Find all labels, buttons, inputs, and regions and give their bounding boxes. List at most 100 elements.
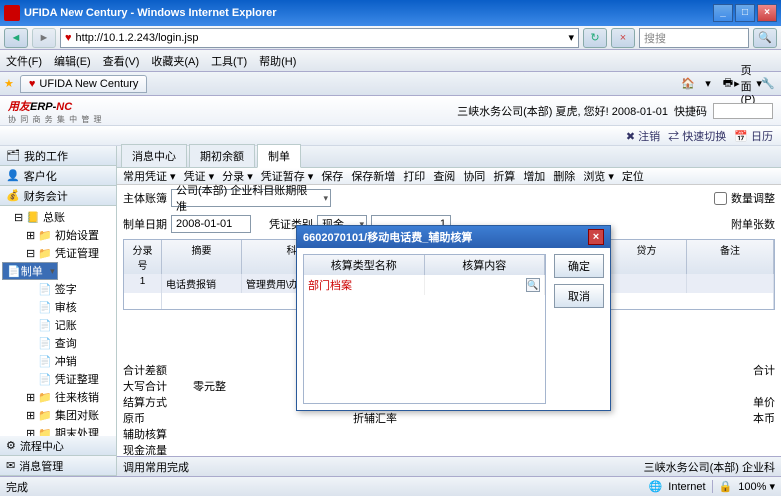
tree-periodend[interactable]: ⊞ 📁 期末处理 bbox=[2, 424, 114, 436]
window-title: UFIDA New Century - Windows Internet Exp… bbox=[24, 7, 277, 19]
quickcode-input[interactable] bbox=[713, 103, 773, 119]
back-button[interactable]: ◄ bbox=[4, 28, 28, 48]
browser-tabbar: ★ ♥ UFIDA New Century 🏠 ▾ 🖶 ▸ 页面(P) ▾ 🔧 bbox=[0, 72, 781, 96]
qty-checkbox[interactable] bbox=[714, 192, 727, 205]
fav-icon[interactable]: ★ bbox=[4, 77, 14, 90]
tab-voucher[interactable]: 制单 bbox=[257, 144, 301, 168]
browser-navbar: ◄ ► ♥ http://10.1.2.243/login.jsp ▾ ↻ × … bbox=[0, 26, 781, 50]
sidebar-group-process[interactable]: ⚙ 流程中心 bbox=[0, 436, 116, 456]
menu-help[interactable]: 帮助(H) bbox=[259, 53, 296, 69]
tree-group-recon[interactable]: ⊞ 📁 集团对账 bbox=[2, 406, 114, 424]
tree-cleanup[interactable]: 📄 凭证整理 bbox=[2, 370, 114, 388]
menu-view[interactable]: 查看(V) bbox=[103, 53, 140, 69]
window-titlebar: UFIDA New Century - Windows Internet Exp… bbox=[0, 0, 781, 26]
menu-fav[interactable]: 收藏夹(A) bbox=[151, 53, 199, 69]
dialog-row[interactable]: 部门档案 🔍 bbox=[304, 275, 545, 295]
tb-delete[interactable]: 删除 bbox=[553, 168, 575, 184]
tab-opening[interactable]: 期初余额 bbox=[189, 144, 255, 167]
ie-statusbar: 完成 🌐 Internet 🔒 100% ▾ bbox=[0, 476, 781, 496]
browser-menubar: 文件(F) 编辑(E) 查看(V) 收藏夹(A) 工具(T) 帮助(H) bbox=[0, 50, 781, 72]
close-button[interactable]: × bbox=[757, 4, 777, 22]
tb-print[interactable]: 打印 bbox=[403, 168, 425, 184]
sidebar-group-message[interactable]: ✉ 消息管理 bbox=[0, 456, 116, 476]
dialog-ok-button[interactable]: 确定 bbox=[554, 254, 604, 278]
dlg-lookup-icon[interactable]: 🔍 bbox=[526, 278, 540, 292]
browser-tab[interactable]: ♥ UFIDA New Century bbox=[20, 75, 148, 93]
tb-save[interactable]: 保存 bbox=[321, 168, 343, 184]
calendar-link[interactable]: 📅 日历 bbox=[734, 128, 773, 144]
tb-collab[interactable]: 协同 bbox=[463, 168, 485, 184]
aux-dialog: 6602070101/移动电话费_辅助核算 × 核算类型名称 核算内容 部门档案… bbox=[296, 225, 611, 411]
footline: 调用常用完成 bbox=[123, 459, 189, 475]
tree-post[interactable]: 📄 记账 bbox=[2, 316, 114, 334]
tb-savenew[interactable]: 保存新增 bbox=[351, 168, 395, 184]
dlg-col2: 核算内容 bbox=[425, 255, 546, 275]
url-input[interactable]: ♥ http://10.1.2.243/login.jsp ▾ bbox=[60, 28, 579, 48]
tree-query[interactable]: 📄 查询 bbox=[2, 334, 114, 352]
minimize-button[interactable]: _ bbox=[713, 4, 733, 22]
tb-locate[interactable]: 定位 bbox=[622, 168, 644, 184]
refresh-button[interactable]: ↻ bbox=[583, 28, 607, 48]
footright: 三峡水务公司(本部) 企业科 bbox=[644, 459, 775, 475]
stop-button[interactable]: × bbox=[611, 28, 635, 48]
sidebar-group-finance[interactable]: 💰 财务会计 bbox=[0, 186, 116, 206]
tree-voucher-mgmt[interactable]: ⊟ 📁 凭证管理 bbox=[2, 244, 114, 262]
dialog-titlebar[interactable]: 6602070101/移动电话费_辅助核算 × bbox=[297, 226, 610, 248]
dialog-table: 核算类型名称 核算内容 部门档案 🔍 bbox=[303, 254, 546, 404]
tb-view[interactable]: 查阅 bbox=[433, 168, 455, 184]
tree-init[interactable]: ⊞ 📁 初始设置 bbox=[2, 226, 114, 244]
tab-favicon-icon: ♥ bbox=[29, 78, 36, 90]
logo-subtitle: 协 同 商 务 集 中 管 理 bbox=[8, 114, 103, 125]
header-userinfo: 三峡水务公司(本部) 夏虎, 您好! 2008-01-01 bbox=[457, 103, 668, 119]
quickcode-label: 快捷码 bbox=[674, 103, 707, 119]
qty-label: 数量调整 bbox=[731, 190, 775, 206]
maximize-button[interactable]: □ bbox=[735, 4, 755, 22]
erp-logo: 用友ERP-NC bbox=[8, 97, 103, 114]
search-input[interactable]: 搜搜 bbox=[639, 28, 749, 48]
dlg-cell-type: 部门档案 bbox=[304, 275, 425, 295]
dialog-close-button[interactable]: × bbox=[588, 229, 604, 245]
net-icon: 🌐 bbox=[649, 480, 663, 493]
tree-create-voucher[interactable]: 📄 制单 bbox=[2, 262, 58, 280]
sidebar: 🗂 我的工作 👤 客户化 💰 财务会计 ⊟ 📒 总账 ⊞ 📁 初始设置 ⊟ 📁 … bbox=[0, 146, 117, 476]
content-tabs: 消息中心 期初余额 制单 bbox=[117, 146, 781, 168]
tree-gl[interactable]: ⊟ 📒 总账 bbox=[2, 208, 114, 226]
attach-label: 附单张数 bbox=[731, 216, 775, 232]
erp-subheader: ✖ 注销 ⇄ 快速切换 📅 日历 bbox=[0, 126, 781, 146]
tb-browse[interactable]: 浏览 ▾ bbox=[583, 168, 614, 184]
tab-msgcenter[interactable]: 消息中心 bbox=[121, 144, 187, 167]
status-text: 完成 bbox=[6, 479, 28, 495]
dialog-title: 6602070101/移动电话费_辅助核算 bbox=[303, 229, 472, 245]
search-go-button[interactable]: 🔍 bbox=[753, 28, 777, 48]
page-menu[interactable]: ▸ 页面(P) ▾ bbox=[739, 75, 757, 93]
dialog-cancel-button[interactable]: 取消 bbox=[554, 284, 604, 308]
sidebar-group-customer[interactable]: 👤 客户化 bbox=[0, 166, 116, 186]
tb-convert[interactable]: 折算 bbox=[493, 168, 515, 184]
forward-button[interactable]: ► bbox=[32, 28, 56, 48]
tree-arap[interactable]: ⊞ 📁 往来核销 bbox=[2, 388, 114, 406]
sidebar-group-mywork[interactable]: 🗂 我的工作 bbox=[0, 146, 116, 166]
zhuti-select[interactable]: 公司(本部) 企业科目账期限准 bbox=[171, 189, 331, 207]
erp-header: 用友ERP-NC 协 同 商 务 集 中 管 理 三峡水务公司(本部) 夏虎, … bbox=[0, 96, 781, 126]
tree-sign[interactable]: 📄 签字 bbox=[2, 280, 114, 298]
menu-file[interactable]: 文件(F) bbox=[6, 53, 42, 69]
feed-icon[interactable]: ▾ bbox=[699, 75, 717, 93]
logoff-link[interactable]: ✖ 注销 bbox=[626, 128, 660, 144]
favicon-icon: ♥ bbox=[65, 32, 72, 44]
net-label: Internet bbox=[668, 481, 705, 493]
date-label: 制单日期 bbox=[123, 216, 167, 232]
tree-reverse[interactable]: 📄 冲销 bbox=[2, 352, 114, 370]
tree-audit[interactable]: 📄 审核 bbox=[2, 298, 114, 316]
tb-common[interactable]: 常用凭证 ▾ bbox=[123, 168, 176, 184]
tb-add[interactable]: 增加 bbox=[523, 168, 545, 184]
menu-edit[interactable]: 编辑(E) bbox=[54, 53, 91, 69]
zhuti-label: 主体账簿 bbox=[123, 190, 167, 206]
tools-icon[interactable]: 🔧 bbox=[759, 75, 777, 93]
switch-link[interactable]: ⇄ 快速切换 bbox=[668, 128, 726, 144]
filter-row1: 主体账簿 公司(本部) 企业科目账期限准 数量调整 bbox=[117, 185, 781, 211]
home-icon[interactable]: 🏠 bbox=[679, 75, 697, 93]
content-statusbar: 调用常用完成 三峡水务公司(本部) 企业科 bbox=[117, 456, 781, 476]
date-field[interactable]: 2008-01-01 bbox=[171, 215, 251, 233]
dlg-col1: 核算类型名称 bbox=[304, 255, 425, 275]
menu-tools[interactable]: 工具(T) bbox=[211, 53, 247, 69]
